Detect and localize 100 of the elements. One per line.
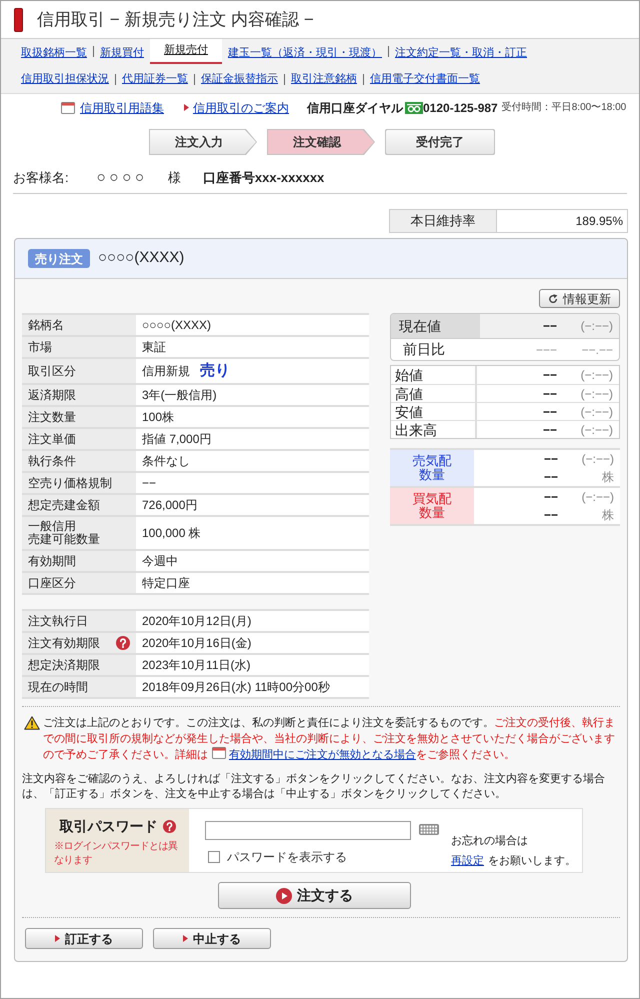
help-link[interactable]: 信用取引用語集 xyxy=(80,98,164,116)
quote-time: (−:−−) xyxy=(580,404,613,420)
quote-value: −− xyxy=(542,404,557,420)
quote-time: (−:−−) xyxy=(580,422,613,438)
quote-value: −− xyxy=(544,507,558,524)
field-label: 想定売建金額 xyxy=(28,498,100,512)
action-button[interactable]: 訂正する xyxy=(25,928,143,949)
quote-label: 安値 xyxy=(395,404,423,420)
quote-time: −−.−− xyxy=(580,342,613,358)
quote-value: −− xyxy=(542,422,557,438)
password-note: ※ログインパスワードとは異なります xyxy=(54,840,178,868)
field-value: 条件なし xyxy=(142,454,190,468)
field-label: 注文執行日 xyxy=(28,614,88,628)
field-label: 執行条件 xyxy=(28,454,76,468)
instructions-text: 注文内容をご確認のうえ、よろしければ「注文する」ボタンをクリックしてください。なお、注文内容を変更する場合は、「訂正する」ボタンを、注文を中止する場合は「中止する」ボタンをクリックしてください。 xyxy=(22,772,606,802)
hotline-number: 0120-125-987 xyxy=(423,100,498,116)
field-value: 指値 7,000円 xyxy=(142,432,212,446)
quote-label: 出来高 xyxy=(395,422,437,438)
quote-value: −− xyxy=(542,318,557,335)
field-label: 注文有効期限 xyxy=(28,636,100,650)
field-label: 返済期限 xyxy=(28,388,76,402)
field-value: 2020年10月16日(金) xyxy=(142,636,252,650)
checkbox-label: パスワードを表示する xyxy=(227,849,347,866)
quote-label: 前日比 xyxy=(403,340,445,359)
page-title: 信用取引 − 新規売り注文 内容確認 − xyxy=(37,8,314,31)
progress-step: 注文入力 xyxy=(149,129,257,155)
password-input[interactable] xyxy=(205,821,411,840)
caret-icon xyxy=(55,935,60,942)
quote-value: −− xyxy=(544,489,558,506)
customer-name-label: お客様名: xyxy=(13,169,69,188)
nav-tab[interactable]: 取扱銘柄一覧 xyxy=(21,44,87,62)
field-label: 注文数量 xyxy=(28,410,76,424)
field-value: 2023年10月11日(水) xyxy=(142,658,250,672)
quote-label: 買気配数量 xyxy=(412,492,452,520)
field-value: 100,000 株 xyxy=(142,526,201,540)
quote-time: 株 xyxy=(601,507,614,524)
submit-order-button[interactable]: 注文する xyxy=(218,882,411,909)
field-label: 一般信用 xyxy=(28,520,76,533)
show-password-checkbox[interactable] xyxy=(208,851,220,863)
ratio-label: 本日維持率 xyxy=(410,212,476,230)
ratio-value: 189.95% xyxy=(576,213,623,230)
quote-value: −− xyxy=(542,386,557,402)
quote-value: −− xyxy=(544,451,558,468)
order-notice: ご注文は上記のとおりです。この注文は、私の判断と責任により注文を委託するものです。ご注文の受付後、執行までの間に取引所の規制などが発生した場合や、当社の判断により、ご注文を無効とさせていただく場合がございますので予めご了承ください。詳細は 有効期間中にご注文が無効となる場合をご参照ください。 xyxy=(43,716,616,763)
field-label: 有効期間 xyxy=(28,554,76,568)
keyboard-icon[interactable] xyxy=(419,824,439,835)
field-label: 想定決済期限 xyxy=(28,658,100,672)
field-value: ○○○○(XXXX) xyxy=(142,318,211,332)
nav-tab[interactable]: 建玉一覧（返済・現引・現渡） xyxy=(228,44,382,62)
field-label: 取引区分 xyxy=(28,364,76,378)
caret-icon xyxy=(184,104,189,111)
help-icon[interactable] xyxy=(162,820,176,833)
hotline-hours: 受付時間：平日8:00〜18:00 xyxy=(502,100,626,115)
field-value: 東証 xyxy=(142,340,166,354)
nav-link[interactable]: 代用証券一覧 xyxy=(122,70,188,88)
field-value: 2020年10月12日(月) xyxy=(142,614,252,628)
nav-tab[interactable]: 新規売付 xyxy=(150,39,222,64)
refresh-button[interactable]: 情報更新 xyxy=(539,289,620,308)
forgot-password-text: お忘れの場合は 再設定 をお願いします。 xyxy=(451,834,576,869)
nav-link[interactable]: 信用電子交付書面一覧 xyxy=(370,70,480,88)
account-number: 口座番号xxx-xxxxxx xyxy=(202,169,324,188)
field-label: 市場 xyxy=(28,340,52,354)
trade-side-text: 売り xyxy=(200,362,230,380)
nav-tab[interactable]: 注文約定一覧・取消・訂正 xyxy=(395,44,527,62)
field-label: 注文単価 xyxy=(28,432,76,446)
quote-time: (−:−−) xyxy=(580,451,614,468)
field-value: 100株 xyxy=(142,410,174,424)
play-icon xyxy=(276,888,292,904)
progress-step: 注文確認 xyxy=(267,129,375,155)
quote-label: 高値 xyxy=(395,386,423,402)
hotline-label: 信用口座ダイヤル xyxy=(307,100,403,116)
nav-tab[interactable]: 新規買付 xyxy=(100,44,144,62)
nav-link[interactable]: 信用取引担保状況 xyxy=(21,70,109,88)
toll-free-icon xyxy=(405,102,423,114)
quote-label: 現在値 xyxy=(399,316,441,336)
field-label: 現在の時間 xyxy=(28,680,88,694)
accent-bar-icon xyxy=(14,8,23,32)
quote-label: 売気配数量 xyxy=(412,454,452,482)
warning-icon xyxy=(24,716,40,730)
honorific-text: 様 xyxy=(168,169,181,188)
action-button[interactable]: 中止する xyxy=(153,928,271,949)
help-icon[interactable] xyxy=(116,636,130,650)
quote-time: (−:−−) xyxy=(580,318,613,335)
nav-link[interactable]: 保証金振替指示 xyxy=(201,70,278,88)
password-label: 取引パスワード xyxy=(60,817,158,836)
quote-time: (−:−−) xyxy=(580,367,613,384)
field-value: 3年(一般信用) xyxy=(142,388,217,402)
notice-link[interactable]: 有効期間中にご注文が無効となる場合 xyxy=(229,749,416,761)
stock-title: ○○○○(XXXX) xyxy=(98,248,184,268)
nav-link[interactable]: 取引注意銘柄 xyxy=(291,70,357,88)
help-link[interactable]: 信用取引のご案内 xyxy=(193,98,289,116)
quote-value: −− xyxy=(542,367,557,384)
field-value: 726,000円 xyxy=(142,498,198,512)
quote-time: (−:−−) xyxy=(580,489,614,506)
customer-name: ○○○○ xyxy=(96,168,148,188)
window-icon xyxy=(61,102,75,114)
reset-link[interactable]: 再設定 xyxy=(451,855,484,867)
field-value: 今週中 xyxy=(142,554,178,568)
quote-time: 株 xyxy=(601,469,614,486)
quote-label: 始値 xyxy=(395,367,423,383)
